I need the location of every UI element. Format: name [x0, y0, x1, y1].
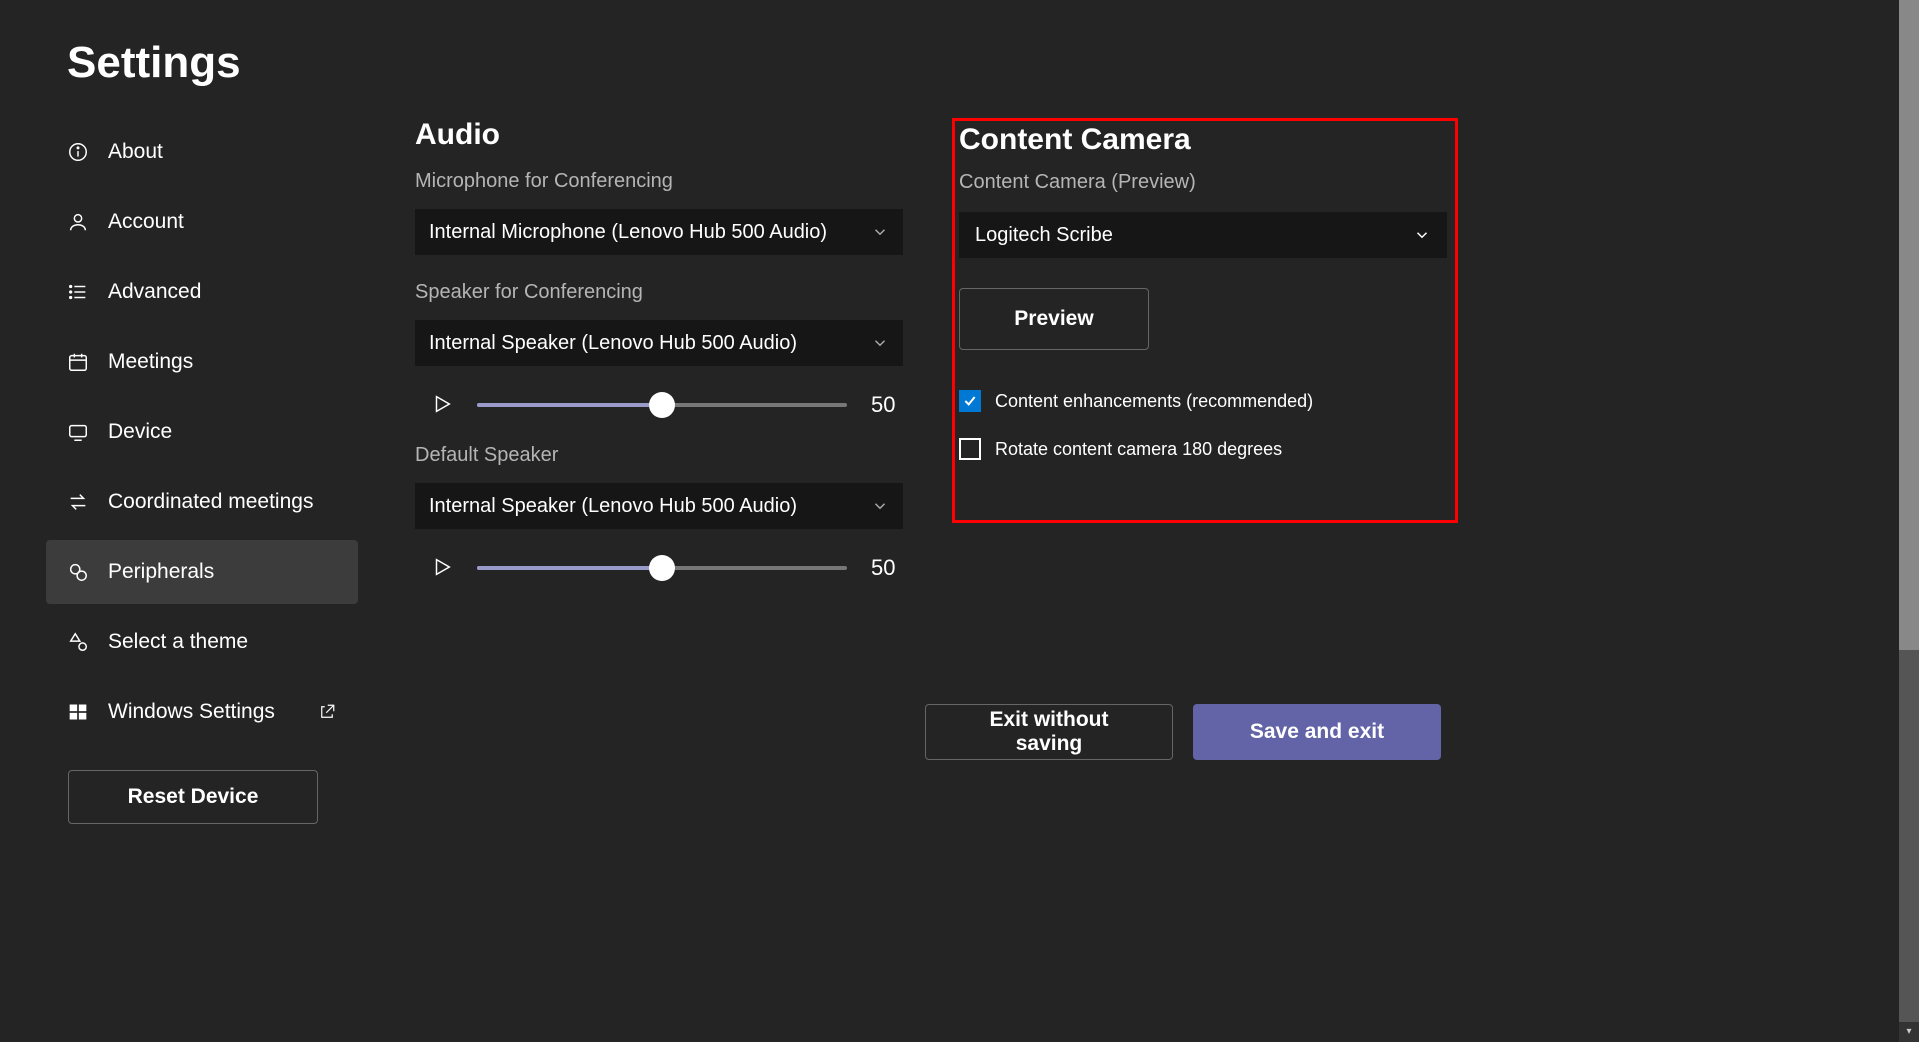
play-icon[interactable]	[431, 556, 455, 580]
sidebar-item-windows-settings[interactable]: Windows Settings	[46, 680, 358, 744]
microphone-label: Microphone for Conferencing	[415, 170, 915, 193]
monitor-icon	[66, 420, 90, 444]
vertical-scrollbar[interactable]: ▾	[1899, 0, 1919, 1042]
chevron-down-icon	[871, 497, 889, 515]
sidebar-item-account[interactable]: Account	[46, 190, 358, 254]
external-link-icon	[318, 703, 336, 721]
scrollbar-down-arrow[interactable]: ▾	[1899, 1022, 1919, 1042]
speaker-volume-slider[interactable]	[477, 403, 847, 407]
audio-section: Audio Microphone for Conferencing Intern…	[415, 118, 915, 581]
rotate-camera-row: Rotate content camera 180 degrees	[959, 438, 1455, 460]
default-speaker-volume-row: 50	[415, 555, 915, 581]
default-speaker-dropdown[interactable]: Internal Speaker (Lenovo Hub 500 Audio)	[415, 483, 903, 529]
sidebar-item-peripherals[interactable]: Peripherals	[46, 540, 358, 604]
sidebar-item-label: Windows Settings	[108, 700, 318, 724]
content-enhancements-label: Content enhancements (recommended)	[995, 391, 1313, 412]
settings-sidebar: About Account Advanced Meetings Device C…	[46, 120, 358, 824]
speaker-volume-value: 50	[871, 392, 895, 418]
sidebar-item-label: Meetings	[108, 350, 358, 374]
sidebar-item-advanced[interactable]: Advanced	[46, 260, 358, 324]
page-title: Settings	[67, 38, 241, 88]
slider-fill	[477, 566, 662, 570]
person-icon	[66, 210, 90, 234]
sidebar-item-label: About	[108, 140, 358, 164]
sidebar-item-label: Select a theme	[108, 630, 358, 654]
default-speaker-label: Default Speaker	[415, 444, 915, 467]
exit-without-saving-button[interactable]: Exit without saving	[925, 704, 1173, 760]
microphone-dropdown[interactable]: Internal Microphone (Lenovo Hub 500 Audi…	[415, 209, 903, 255]
content-enhancements-checkbox[interactable]	[959, 390, 981, 412]
windows-icon	[66, 700, 90, 724]
sidebar-item-label: Coordinated meetings	[108, 490, 358, 514]
sidebar-item-meetings[interactable]: Meetings	[46, 330, 358, 394]
speaker-dropdown[interactable]: Internal Speaker (Lenovo Hub 500 Audio)	[415, 320, 903, 366]
sidebar-item-label: Advanced	[108, 280, 358, 304]
content-camera-dropdown[interactable]: Logitech Scribe	[959, 212, 1447, 258]
rotate-camera-checkbox[interactable]	[959, 438, 981, 460]
sidebar-item-device[interactable]: Device	[46, 400, 358, 464]
rotate-camera-label: Rotate content camera 180 degrees	[995, 439, 1282, 460]
reset-device-button[interactable]: Reset Device	[68, 770, 318, 824]
slider-thumb[interactable]	[649, 555, 675, 581]
sidebar-item-label: Account	[108, 210, 358, 234]
save-and-exit-button[interactable]: Save and exit	[1193, 704, 1441, 760]
play-icon[interactable]	[431, 393, 455, 417]
swap-icon	[66, 490, 90, 514]
sidebar-item-about[interactable]: About	[46, 120, 358, 184]
shapes-icon	[66, 630, 90, 654]
slider-fill	[477, 403, 662, 407]
chevron-down-icon	[871, 223, 889, 241]
scrollbar-thumb[interactable]	[1899, 0, 1919, 650]
chevron-down-icon	[1413, 226, 1431, 244]
content-enhancements-row: Content enhancements (recommended)	[959, 390, 1455, 412]
speaker-label: Speaker for Conferencing	[415, 281, 915, 304]
list-icon	[66, 280, 90, 304]
sidebar-item-coordinated-meetings[interactable]: Coordinated meetings	[46, 470, 358, 534]
calendar-icon	[66, 350, 90, 374]
default-speaker-value: Internal Speaker (Lenovo Hub 500 Audio)	[429, 495, 797, 518]
default-speaker-volume-value: 50	[871, 555, 895, 581]
content-camera-sublabel: Content Camera (Preview)	[959, 171, 1455, 194]
footer-actions: Exit without saving Save and exit	[925, 704, 1441, 760]
microphone-value: Internal Microphone (Lenovo Hub 500 Audi…	[429, 221, 827, 244]
sidebar-item-label: Device	[108, 420, 358, 444]
sidebar-item-label: Peripherals	[108, 560, 358, 584]
default-speaker-volume-slider[interactable]	[477, 566, 847, 570]
preview-button[interactable]: Preview	[959, 288, 1149, 350]
content-camera-value: Logitech Scribe	[975, 224, 1113, 247]
info-icon	[66, 140, 90, 164]
content-camera-heading: Content Camera	[959, 123, 1455, 157]
speaker-volume-row: 50	[415, 392, 915, 418]
content-camera-section: Content Camera Content Camera (Preview) …	[952, 118, 1458, 523]
sidebar-item-select-theme[interactable]: Select a theme	[46, 610, 358, 674]
slider-thumb[interactable]	[649, 392, 675, 418]
chevron-down-icon	[871, 334, 889, 352]
audio-heading: Audio	[415, 118, 915, 152]
peripherals-icon	[66, 560, 90, 584]
speaker-value: Internal Speaker (Lenovo Hub 500 Audio)	[429, 332, 797, 355]
